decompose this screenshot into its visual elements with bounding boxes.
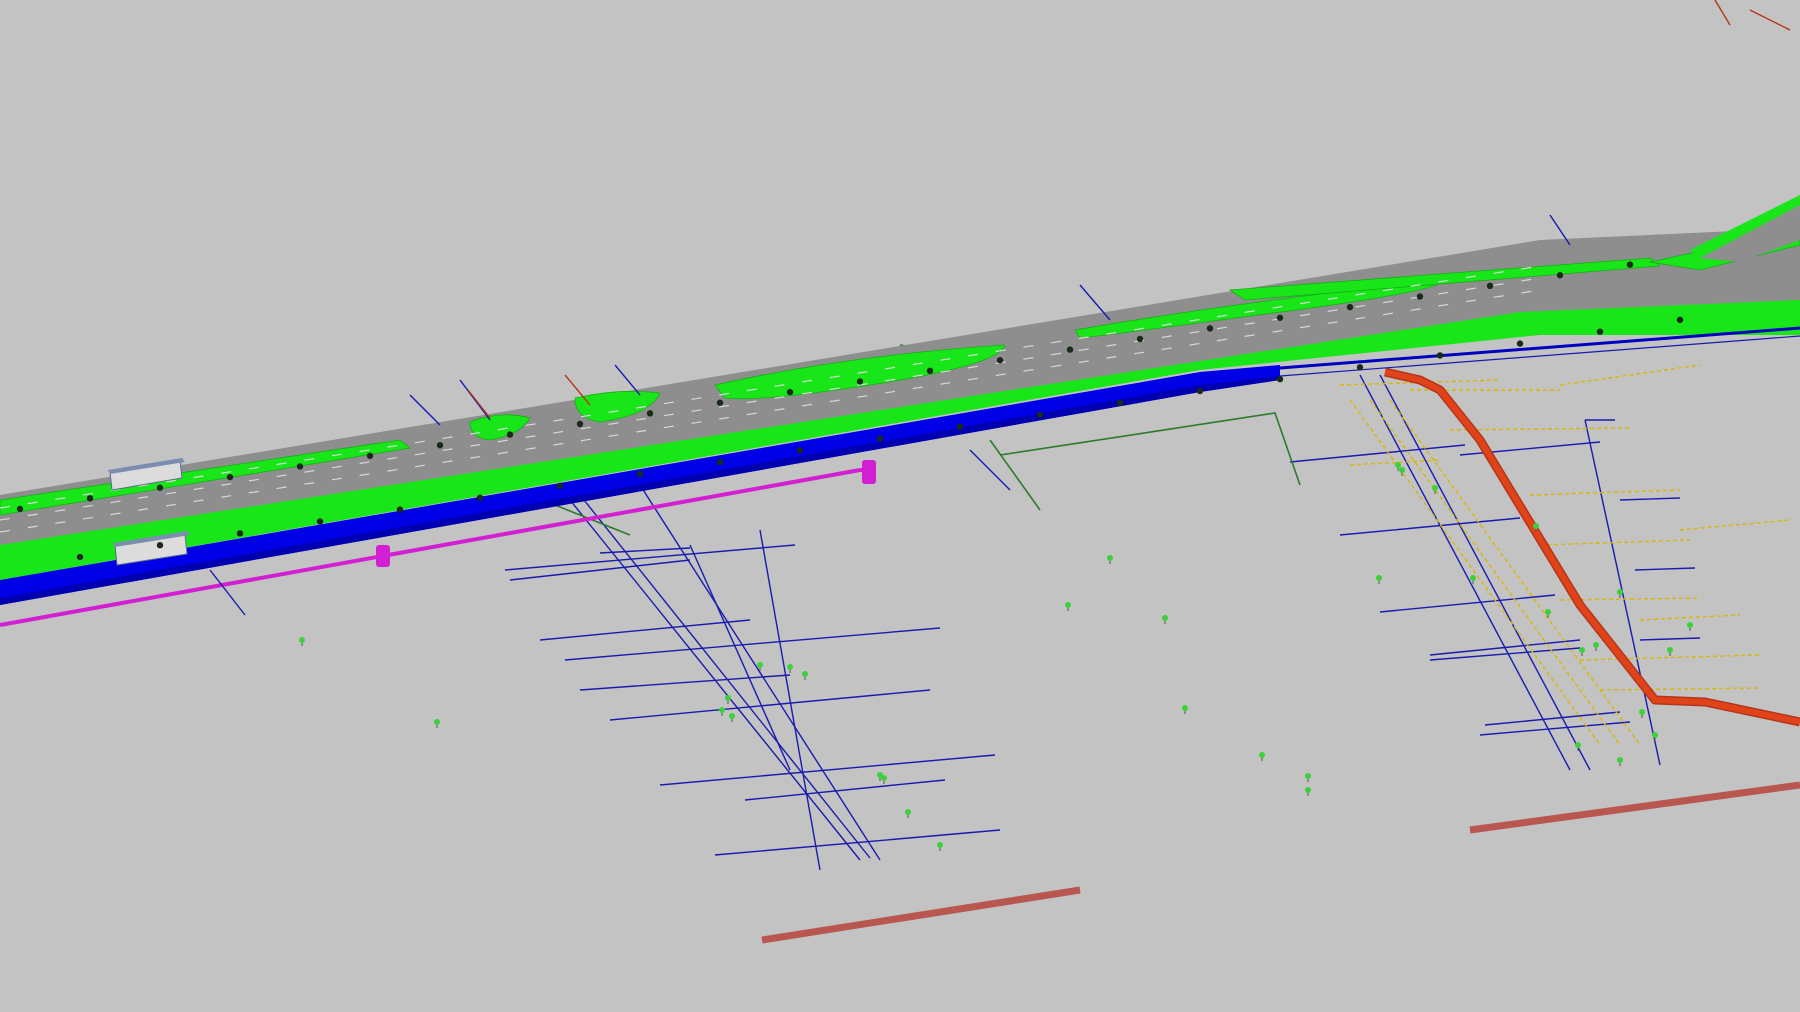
small-tree [1259,752,1265,761]
tree-canopy [1436,352,1444,359]
tree-canopy [1556,272,1564,279]
tree-canopy [576,420,584,428]
tree-canopy [646,410,654,417]
tree-canopy [926,367,934,375]
3d-model-viewport[interactable] [0,0,1800,1012]
tree-canopy [436,442,444,449]
tree-canopy [366,452,374,460]
tree-canopy [316,518,324,525]
tree-canopy [86,495,94,502]
tree-canopy [1596,328,1604,335]
small-tree [1617,589,1623,598]
tree-canopy [1206,325,1214,332]
tree-canopy [1486,282,1494,290]
tree-canopy [786,388,794,396]
small-tree [937,842,943,851]
tree-canopy [396,506,404,513]
tree-canopy [956,423,964,430]
tree-canopy [226,473,234,481]
small-tree [1639,709,1645,718]
small-tree [881,775,887,784]
tree-canopy [1276,314,1284,321]
landscape-trees [299,462,1693,851]
small-tree [1305,773,1311,782]
small-tree [1667,647,1673,656]
tree-canopy [1676,316,1684,324]
tree-canopy [1346,303,1354,311]
small-tree [719,707,725,716]
tree-canopy [1116,399,1124,407]
tree-canopy [876,435,884,442]
service-lines-yellow [1339,364,1791,746]
tree-canopy [156,541,164,549]
small-tree [1065,602,1071,611]
tree-canopy [1066,346,1074,353]
tree-canopy [1626,261,1634,268]
small-tree [725,695,731,704]
tree-canopy [1416,293,1424,300]
tree-canopy [1356,364,1364,371]
tree-canopy [796,447,804,454]
tree-canopy [856,378,864,385]
service-lines-left [504,484,1001,871]
small-tree [729,713,735,722]
small-tree [1579,647,1585,656]
small-tree [1575,742,1581,751]
tree-canopy [76,553,84,561]
small-tree [1652,732,1658,741]
small-tree [802,671,808,680]
tree-canopy [636,470,644,478]
tree-canopy [156,484,164,491]
tree-canopy [296,463,304,470]
small-tree [1162,615,1168,624]
infrastructure-scene[interactable] [0,0,1800,1012]
tree-canopy [996,357,1004,364]
tree-canopy [716,458,724,466]
tree-canopy [236,530,244,537]
small-tree [1305,787,1311,796]
small-tree [1107,555,1113,564]
tree-canopy [506,431,514,438]
small-tree [299,637,305,646]
tree-canopy [716,399,724,406]
small-tree [905,809,911,818]
small-tree [1376,575,1382,584]
small-tree [787,664,793,673]
small-tree [434,719,440,728]
tree-canopy [1276,375,1284,383]
tree-canopy [556,482,564,490]
tree-canopy [1036,411,1044,418]
tree-canopy [476,494,484,501]
small-tree [1182,705,1188,714]
tree-canopy [1516,340,1524,347]
sewer-pipes [761,781,1800,944]
small-tree [1687,622,1693,631]
small-tree [1593,642,1599,651]
small-tree [1545,609,1551,618]
tree-canopy [1196,387,1204,395]
tree-canopy [1136,335,1144,343]
tree-canopy [16,505,24,513]
small-tree [1617,757,1623,766]
gas-main [1383,367,1800,727]
